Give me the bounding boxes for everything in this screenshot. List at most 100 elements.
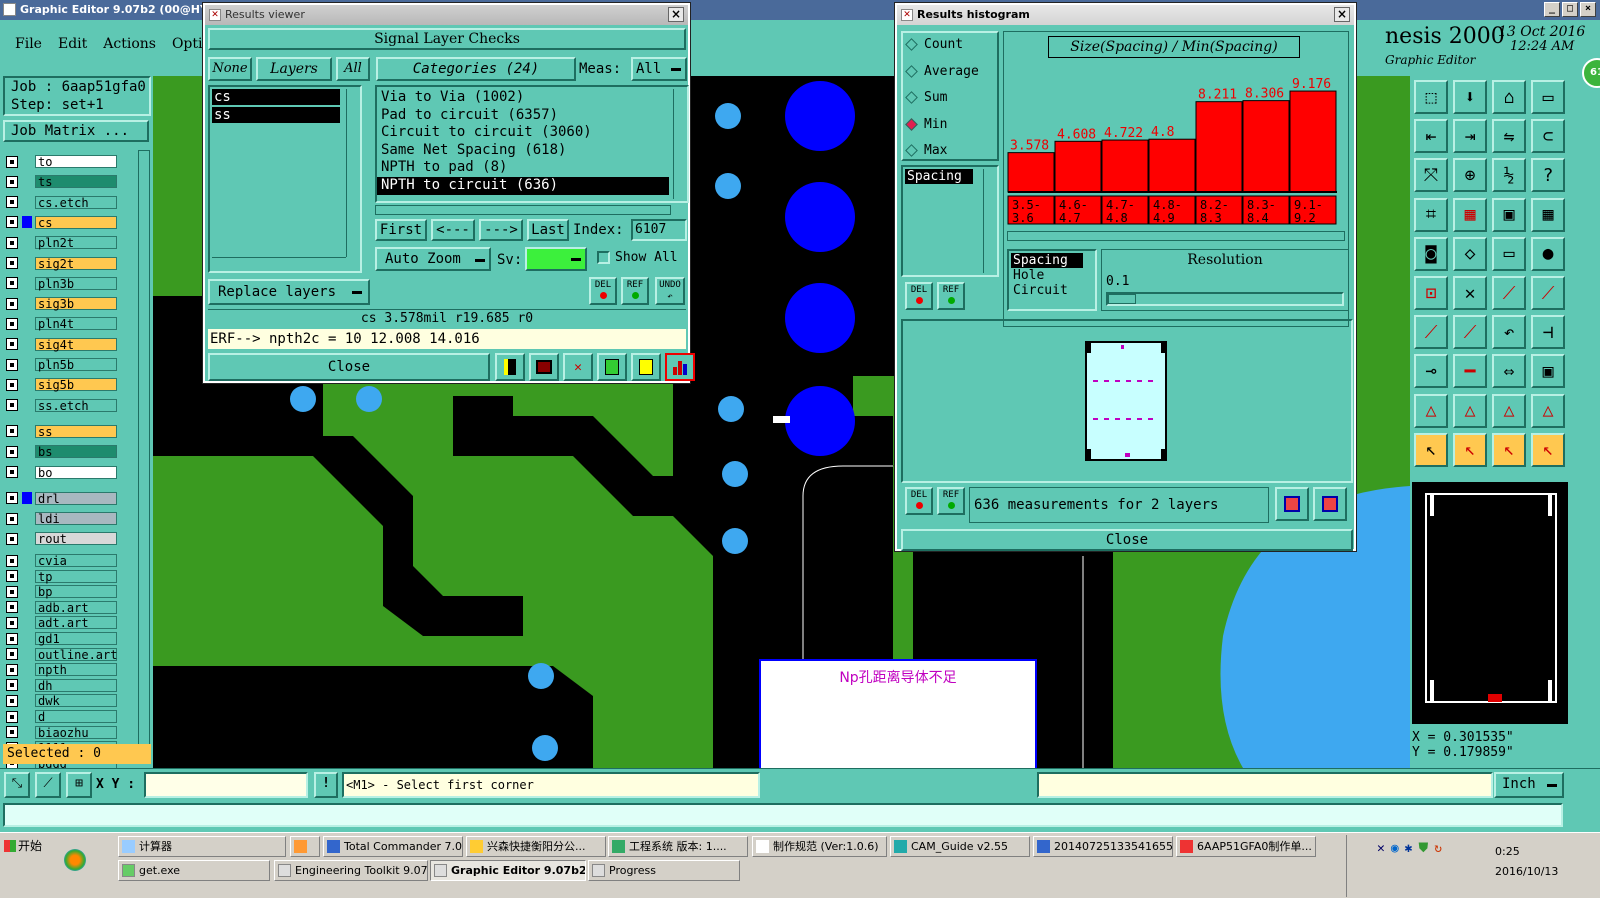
layer-display-swatch[interactable] [22,633,32,645]
layer-checkbox[interactable] [6,616,18,629]
maximize-button[interactable]: □ [1562,2,1578,17]
layer-checkbox[interactable] [6,399,18,412]
layer-display-swatch[interactable] [22,513,32,525]
aggregate-option[interactable]: Average [905,64,979,79]
tray-update-icon[interactable]: ↻ [1434,841,1442,856]
layer-checkbox[interactable] [6,257,18,269]
layer-display-swatch[interactable] [22,237,32,249]
layer-name[interactable]: bs [35,445,117,459]
layer-name[interactable]: d [35,710,117,724]
layer-display-swatch[interactable] [22,711,32,723]
layer-name[interactable]: bp [35,585,117,599]
hist-ref-button[interactable]: REF [937,282,965,310]
layer-row[interactable]: npth [6,662,117,677]
zoom-result-icon[interactable] [1275,487,1309,521]
overview-map[interactable] [1410,480,1570,726]
layer-display-swatch[interactable] [22,399,32,411]
units-select[interactable]: Inch [1494,772,1564,798]
histogram-bar[interactable] [1195,101,1243,193]
grid-icon[interactable]: ▦ [1453,197,1487,232]
layer-row[interactable]: ss.etch [6,398,117,413]
layer-name[interactable]: pln5b [35,358,117,372]
category-item[interactable]: Via to Via (1002) [377,89,669,107]
layer-checkbox[interactable] [6,216,18,229]
highlight-icon[interactable] [495,353,525,381]
category-item[interactable]: Circuit to circuit (3060) [377,124,669,142]
layer-row[interactable]: ss [6,424,117,439]
circle-icon[interactable]: ● [1531,236,1565,271]
graphics-icon[interactable]: ⌗ [1414,197,1448,232]
layer-list-scrollbar[interactable] [346,89,358,257]
layer-display-swatch[interactable] [22,570,32,582]
layer-checkbox[interactable] [6,445,18,458]
layer-row[interactable]: d [6,709,117,724]
layer-name[interactable]: bo [35,465,117,479]
histogram-bar[interactable] [1148,138,1196,193]
category-item[interactable]: Pad to circuit (6357) [377,107,669,125]
taskbar-button[interactable]: 计算器 [118,836,286,857]
layer-name[interactable]: ts [35,175,117,189]
sv-select[interactable] [525,247,587,271]
layer-display-swatch[interactable] [22,586,32,598]
job-matrix-button[interactable]: Job Matrix ... [3,120,149,142]
minimize-button[interactable]: _ [1544,2,1560,17]
del-button[interactable]: DEL [589,277,617,305]
layer-display-swatch[interactable] [22,648,32,660]
layer-checkbox[interactable] [6,297,18,310]
layer-checkbox[interactable] [6,236,18,249]
layer-row[interactable]: pln2t [6,235,117,250]
layer-display-swatch[interactable] [22,617,32,629]
layer-display-swatch[interactable] [22,359,32,371]
layer-checkbox[interactable] [6,196,18,209]
histogram-bar[interactable] [1007,152,1055,193]
step-icon[interactable]: ⬚ [1414,80,1448,114]
layer-name[interactable]: sig3b [35,297,117,311]
layer-display-swatch[interactable] [22,533,32,545]
layer-row[interactable]: biaozhu [6,725,117,740]
stretch-icon[interactable]: ⇔ [1492,354,1526,389]
taskbar-button[interactable]: 兴森快捷衡阳分公... [466,836,606,857]
layer-row[interactable]: ldi [6,511,117,526]
layer-checkbox[interactable] [6,570,18,583]
layer-name[interactable]: sig5b [35,378,117,392]
radio-diamond-icon[interactable] [905,38,918,51]
tray-network-icon[interactable]: ◉ [1391,841,1399,856]
layer-checkbox[interactable] [6,466,18,478]
layer-display-swatch[interactable] [22,379,32,391]
type-item[interactable]: Spacing [905,169,973,184]
layer-row[interactable]: pln3b [6,276,117,291]
layer-row[interactable]: pln4t [6,316,117,331]
layer-row[interactable]: sig3b [6,296,117,311]
layer-display-swatch[interactable] [22,176,32,188]
radio-diamond-icon[interactable] [905,144,918,157]
line-icon[interactable]: ⟋ [1492,276,1526,310]
layer-row[interactable]: cs.etch [6,195,117,210]
menu-file[interactable]: File [15,36,42,58]
feature-icon[interactable]: ⊣ [1531,315,1565,350]
down-icon[interactable]: ⬇ [1453,80,1487,114]
prev-button[interactable]: <--- [431,219,475,241]
tray-shield-icon[interactable]: ⛊ [1418,841,1428,856]
export-icon[interactable] [529,353,559,381]
layer-row[interactable]: pln5b [6,357,117,372]
resolution-type-item[interactable]: Hole [1009,268,1095,283]
undo-button[interactable]: UNDO ↶ [655,277,685,305]
layer-name[interactable]: rout [35,532,117,546]
layer-checkbox[interactable] [6,710,18,723]
taskbar-button[interactable]: 工程系统 版本: 1.... [608,836,748,857]
swap-icon[interactable]: ⇋ [1492,119,1526,154]
histogram-icon[interactable] [665,353,695,381]
connect-icon[interactable]: ⊡ [1414,276,1448,310]
menu-actions[interactable]: Actions [103,36,156,58]
resolution-slider[interactable] [1106,292,1344,306]
select-icon[interactable]: ↖ [1414,432,1448,467]
layer-row[interactable]: bs [6,444,117,459]
last-button[interactable]: Last [527,219,569,241]
taskbar-button[interactable]: Engineering Toolkit 9.07... [274,860,428,881]
select-area-icon[interactable]: ↖ [1453,432,1487,467]
select-net-icon[interactable]: ↖ [1492,432,1526,467]
resolution-type-item[interactable]: Circuit [1009,283,1095,298]
layer-row[interactable]: outline.art [6,647,117,662]
preview-del-button[interactable]: DEL [905,487,933,515]
taskbar-button[interactable]: CAM_Guide v2.55 [890,836,1030,857]
